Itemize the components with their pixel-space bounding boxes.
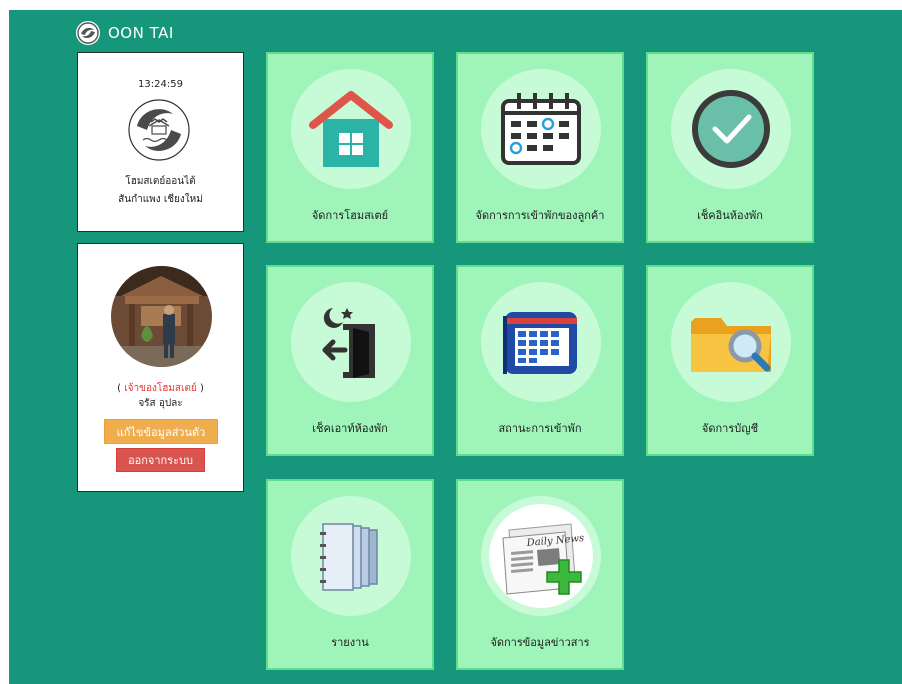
tile-icon-circle: [481, 69, 601, 189]
notebooks-icon: [320, 523, 378, 591]
tile-manage-news[interactable]: Daily News จัดการข้อมูลข่าวสาร: [456, 479, 624, 670]
tile-manage-accounts[interactable]: จัดการบัญชี: [646, 265, 814, 456]
checkmark-icon: [692, 90, 770, 168]
avatar: [111, 266, 212, 367]
user-role-text: เจ้าของโฮมสเตย์: [124, 383, 197, 394]
tile-icon-circle: Daily News: [481, 496, 601, 616]
tile-label: เช็คเอาท์ห้องพัก: [312, 422, 388, 435]
homestay-location: สันกำแพง เชียงใหม่: [118, 194, 203, 205]
tile-icon-circle: [291, 69, 411, 189]
tile-icon-circle: [671, 69, 791, 189]
house-icon: [309, 91, 393, 167]
tile-check-out[interactable]: เช็คเอาท์ห้องพัก: [266, 265, 434, 456]
tile-check-in[interactable]: เช็คอินห้องพัก: [646, 52, 814, 243]
tile-icon-circle: [291, 496, 411, 616]
logout-button[interactable]: ออกจากระบบ: [116, 448, 205, 472]
schedule-book-icon: [503, 312, 577, 374]
exit-door-icon: [322, 308, 375, 378]
app-background: OON TAI 13:24:59 โฮมสเตย์ออนไต้ สันกำแพง…: [9, 10, 902, 684]
tile-label: จัดการการเข้าพักของลูกค้า: [475, 209, 605, 222]
tile-label: จัดการบัญชี: [701, 422, 759, 435]
tile-label: สถานะการเข้าพัก: [498, 422, 582, 435]
tile-manage-bookings[interactable]: จัดการการเข้าพักของลูกค้า: [456, 52, 624, 243]
tile-manage-homestay[interactable]: จัดการโฮมสเตย์: [266, 52, 434, 243]
homestay-info-card: 13:24:59 โฮมสเตย์ออนไต้ สันกำแพง เชียงให…: [77, 52, 244, 232]
tile-reports[interactable]: รายงาน: [266, 479, 434, 670]
tile-label: จัดการข้อมูลข่าวสาร: [490, 636, 590, 649]
calendar-icon: [501, 93, 581, 165]
newspaper-add-icon: Daily News: [489, 504, 593, 608]
user-name: จรัส อุปละ: [138, 398, 183, 409]
homestay-name: โฮมสเตย์ออนไต้: [125, 176, 196, 187]
edit-profile-button[interactable]: แก้ไขข้อมูลส่วนตัว: [104, 419, 218, 444]
clock-time: 13:24:59: [138, 79, 183, 90]
tile-label: เช็คอินห้องพัก: [697, 209, 763, 222]
brand-name: OON TAI: [108, 24, 174, 42]
tile-icon-circle: [291, 282, 411, 402]
folder-search-icon: [691, 318, 771, 372]
homestay-emblem-icon: [128, 99, 190, 161]
tile-label: รายงาน: [331, 636, 369, 649]
tile-icon-circle: [481, 282, 601, 402]
user-role: ( เจ้าของโฮมสเตย์ ): [117, 383, 204, 394]
tile-stay-status[interactable]: สถานะการเข้าพัก: [456, 265, 624, 456]
profile-card: ( เจ้าของโฮมสเตย์ ) จรัส อุปละ แก้ไขข้อม…: [77, 243, 244, 492]
oon-tai-logo-icon: [76, 21, 100, 45]
tile-icon-circle: [671, 282, 791, 402]
brand-header[interactable]: OON TAI: [75, 20, 174, 46]
tile-label: จัดการโฮมสเตย์: [311, 209, 389, 222]
